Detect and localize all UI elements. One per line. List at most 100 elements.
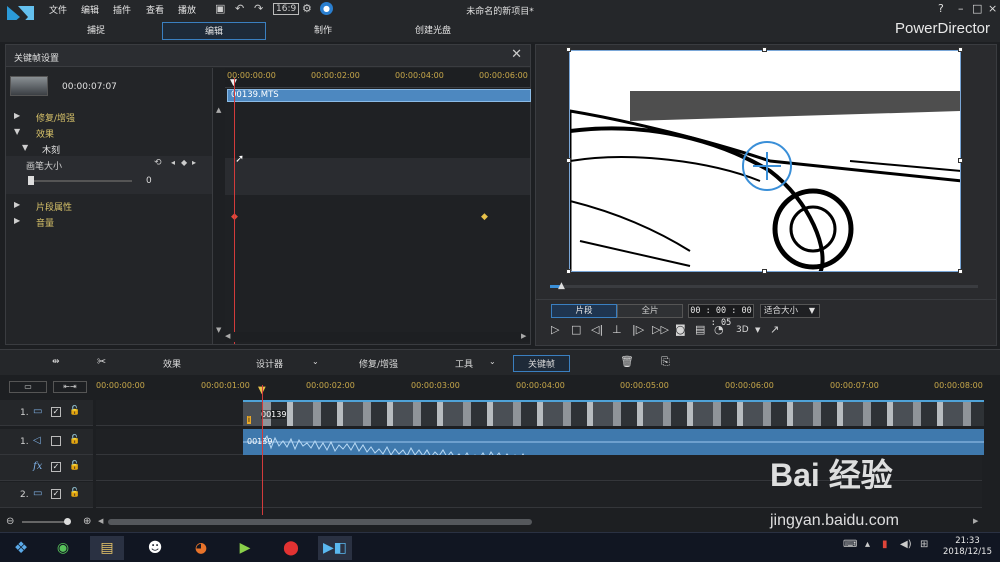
snapshot-icon[interactable]: ◙ — [675, 323, 686, 336]
3d-toggle[interactable]: 3D — [736, 325, 749, 335]
powerdirector-taskbar-icon[interactable]: ▶◧ — [318, 536, 352, 560]
firefox-icon[interactable]: ◕ — [184, 536, 218, 560]
resize-handle[interactable] — [958, 47, 963, 52]
track-enable-checkbox[interactable] — [51, 436, 61, 446]
tree-item-woodcut[interactable]: ▼ 木刻 — [6, 140, 212, 156]
split-icon[interactable]: ⊥ — [612, 323, 622, 336]
preview-seek-bar[interactable]: ▲ — [550, 281, 978, 291]
chevron-down-icon[interactable]: ⌄ — [312, 357, 319, 366]
scissors-icon[interactable]: ✂ — [97, 355, 106, 368]
slider-thumb[interactable] — [28, 176, 34, 185]
repair-enhance-button[interactable]: 修复/增强 — [359, 357, 398, 370]
resize-handle[interactable] — [566, 269, 571, 274]
lock-icon[interactable]: 🔓 — [69, 488, 80, 498]
keyframe-hscroll[interactable]: ◀ ▶ — [225, 332, 530, 342]
keyframe-playhead[interactable] — [234, 78, 235, 344]
keyboard-tray-icon[interactable]: ⌨ — [843, 539, 857, 550]
subtitle-icon[interactable]: ▤ — [695, 323, 705, 336]
tools-button[interactable]: 工具 — [455, 357, 473, 370]
chevron-down-icon[interactable]: ⌄ — [489, 357, 496, 366]
prev-frame-icon[interactable]: ◁| — [591, 323, 603, 336]
resize-handle[interactable] — [566, 47, 571, 52]
scroll-down-icon[interactable]: ▼ — [216, 326, 221, 334]
add-keyframe-icon[interactable]: ◆ — [181, 158, 187, 167]
tab-produce[interactable]: 制作 — [271, 22, 375, 40]
resize-handle[interactable] — [566, 158, 571, 163]
chevron-down-icon[interactable]: ▼ — [755, 326, 760, 334]
lock-icon[interactable]: 🔓 — [69, 406, 80, 416]
storyboard-view-icon[interactable]: ▭ — [9, 381, 47, 393]
tab-capture[interactable]: 捕捉 — [44, 22, 148, 40]
zoom-slider-thumb[interactable] — [64, 518, 71, 525]
effects-button[interactable]: 效果 — [163, 357, 181, 370]
track-enable-checkbox[interactable]: ✓ — [51, 462, 61, 472]
undock-icon[interactable]: ↗ — [770, 323, 779, 336]
brush-size-value[interactable]: 0 — [146, 176, 152, 186]
maximize-button[interactable]: □ — [972, 2, 982, 15]
collapse-arrow-icon[interactable]: ▼ — [14, 127, 20, 136]
prev-keyframe-icon[interactable]: ◂ — [171, 158, 175, 167]
timeline-playhead[interactable] — [262, 385, 263, 515]
fast-forward-icon[interactable]: ▷▷ — [652, 323, 669, 336]
tree-item-clip-attributes[interactable]: ▶ 片段属性 — [6, 197, 212, 213]
tree-item-repair[interactable]: ▶ 修复/增强 — [6, 108, 212, 124]
timeline-video-clip[interactable]: 00139 i — [243, 400, 984, 426]
keyframe-ruler[interactable]: 00:00:00:00 00:00:02:00 00:00:04:00 00:0… — [225, 68, 530, 88]
keyframe-clip-bar[interactable]: 00139.MTS — [227, 89, 531, 102]
media-app-icon[interactable]: ▶ — [228, 536, 262, 560]
minimize-button[interactable]: – — [958, 2, 964, 15]
help-button[interactable]: ? — [938, 2, 944, 15]
start-button-icon[interactable]: ❖ — [4, 536, 38, 560]
track-enable-checkbox[interactable]: ✓ — [51, 489, 61, 499]
scroll-up-icon[interactable]: ▲ — [216, 106, 221, 114]
timecode-display[interactable]: 00 : 00 : 00 : 05 — [688, 304, 754, 328]
keyframe-end-icon[interactable]: ◆ — [481, 212, 488, 222]
next-frame-icon[interactable]: |▷ — [632, 323, 644, 336]
export-icon[interactable]: ⎘ — [661, 355, 670, 369]
qq-icon[interactable]: ☻ — [138, 536, 172, 560]
ime-tray-icon[interactable]: ⊞ — [920, 539, 928, 550]
tree-item-effects[interactable]: ▼ 效果 — [6, 124, 212, 140]
zoom-fit-select[interactable]: 适合大小 ▼ — [760, 304, 820, 318]
timeline-ruler[interactable]: 00:00:00:00 00:00:01:00 00:00:02:00 00:0… — [96, 377, 983, 397]
clip-mode-button[interactable]: 片段 — [551, 304, 617, 318]
network-tray-icon[interactable]: ▮ — [882, 539, 888, 550]
resize-handle[interactable] — [762, 47, 767, 52]
track-enable-checkbox[interactable]: ✓ — [51, 407, 61, 417]
move-crosshair-icon[interactable] — [738, 137, 796, 195]
resize-handle[interactable] — [958, 269, 963, 274]
fit-timeline-icon[interactable]: ⇤⇥ — [53, 381, 87, 393]
expand-arrow-icon[interactable]: ▶ — [14, 216, 20, 225]
scroll-right-icon[interactable]: ▶ — [521, 332, 526, 340]
tree-scrollbar[interactable]: ▲ ▼ — [212, 68, 225, 344]
reset-icon[interactable]: ⟲ — [154, 158, 162, 168]
stop-icon[interactable]: □ — [571, 323, 581, 336]
collapse-arrow-icon[interactable]: ▼ — [22, 143, 28, 152]
scroll-left-icon[interactable]: ◀ — [225, 332, 230, 340]
tree-item-volume[interactable]: ▶ 音量 — [6, 213, 212, 229]
tray-expand-icon[interactable]: ▴ — [865, 539, 870, 550]
lock-icon[interactable]: 🔓 — [69, 461, 80, 471]
tab-create-disc[interactable]: 创建光盘 — [381, 22, 485, 40]
next-keyframe-icon[interactable]: ▸ — [192, 158, 196, 167]
file-explorer-icon[interactable]: ▤ — [90, 536, 124, 560]
play-icon[interactable]: ▷ — [551, 323, 559, 336]
movie-mode-button[interactable]: 全片 — [617, 304, 683, 318]
scroll-left-icon[interactable]: ◀ — [98, 517, 103, 525]
expand-arrow-icon[interactable]: ▶ — [14, 111, 20, 120]
preview-video-frame[interactable] — [569, 50, 961, 272]
trim-icon[interactable]: ⇹ — [52, 357, 60, 367]
resize-handle[interactable] — [762, 269, 767, 274]
seek-thumb-icon[interactable]: ▲ — [558, 281, 565, 291]
designer-button[interactable]: 设计器 — [256, 357, 283, 370]
speaker-tray-icon[interactable]: ◀) — [900, 539, 912, 550]
zoom-out-icon[interactable]: ⊖ — [6, 516, 14, 527]
lock-icon[interactable]: 🔓 — [69, 435, 80, 445]
close-button[interactable]: × — [988, 2, 997, 15]
tab-edit[interactable]: 编辑 — [162, 22, 266, 40]
recorder-icon[interactable]: ⬤ — [274, 536, 308, 560]
expand-arrow-icon[interactable]: ▶ — [14, 200, 20, 209]
zoom-slider[interactable] — [22, 521, 70, 523]
360-app-icon[interactable]: ◉ — [46, 536, 80, 560]
timeline-hscrollbar-thumb[interactable] — [108, 519, 532, 525]
